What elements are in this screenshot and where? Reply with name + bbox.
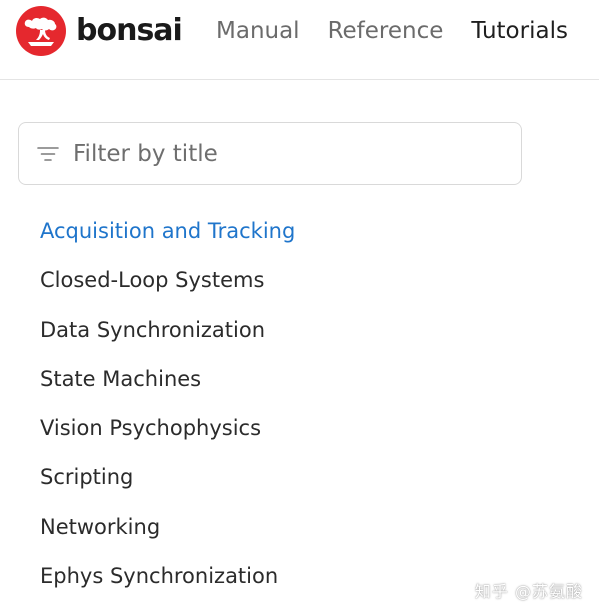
toc-item-ephys-synchronization[interactable]: Ephys Synchronization [40, 554, 295, 603]
toc-item-data-synchronization[interactable]: Data Synchronization [40, 308, 295, 357]
nav-link-tutorials[interactable]: Tutorials [471, 13, 568, 49]
brand-name: bonsai [76, 13, 183, 48]
filter-icon [37, 146, 59, 161]
toc-item-state-machines[interactable]: State Machines [40, 357, 295, 406]
filter-input[interactable] [73, 140, 493, 167]
brand-logo-link[interactable]: bonsai [16, 6, 183, 56]
bonsai-logo-icon [16, 6, 66, 56]
filter-box [18, 122, 522, 185]
toc-item-scripting[interactable]: Scripting [40, 455, 295, 504]
top-header: bonsai Manual Reference Tutorials [0, 0, 599, 80]
main-nav: Manual Reference Tutorials [216, 13, 568, 49]
tutorials-toc: Acquisition and Tracking Closed-Loop Sys… [40, 209, 295, 603]
toc-item-closed-loop-systems[interactable]: Closed-Loop Systems [40, 258, 295, 307]
toc-item-acquisition-and-tracking[interactable]: Acquisition and Tracking [40, 209, 295, 258]
nav-link-reference[interactable]: Reference [328, 13, 444, 49]
toc-item-vision-psychophysics[interactable]: Vision Psychophysics [40, 406, 295, 455]
watermark: 知乎 @苏氨酸 [474, 582, 583, 601]
toc-item-networking[interactable]: Networking [40, 505, 295, 554]
nav-link-manual[interactable]: Manual [216, 13, 300, 49]
page: bonsai Manual Reference Tutorials Acquis… [0, 0, 599, 616]
